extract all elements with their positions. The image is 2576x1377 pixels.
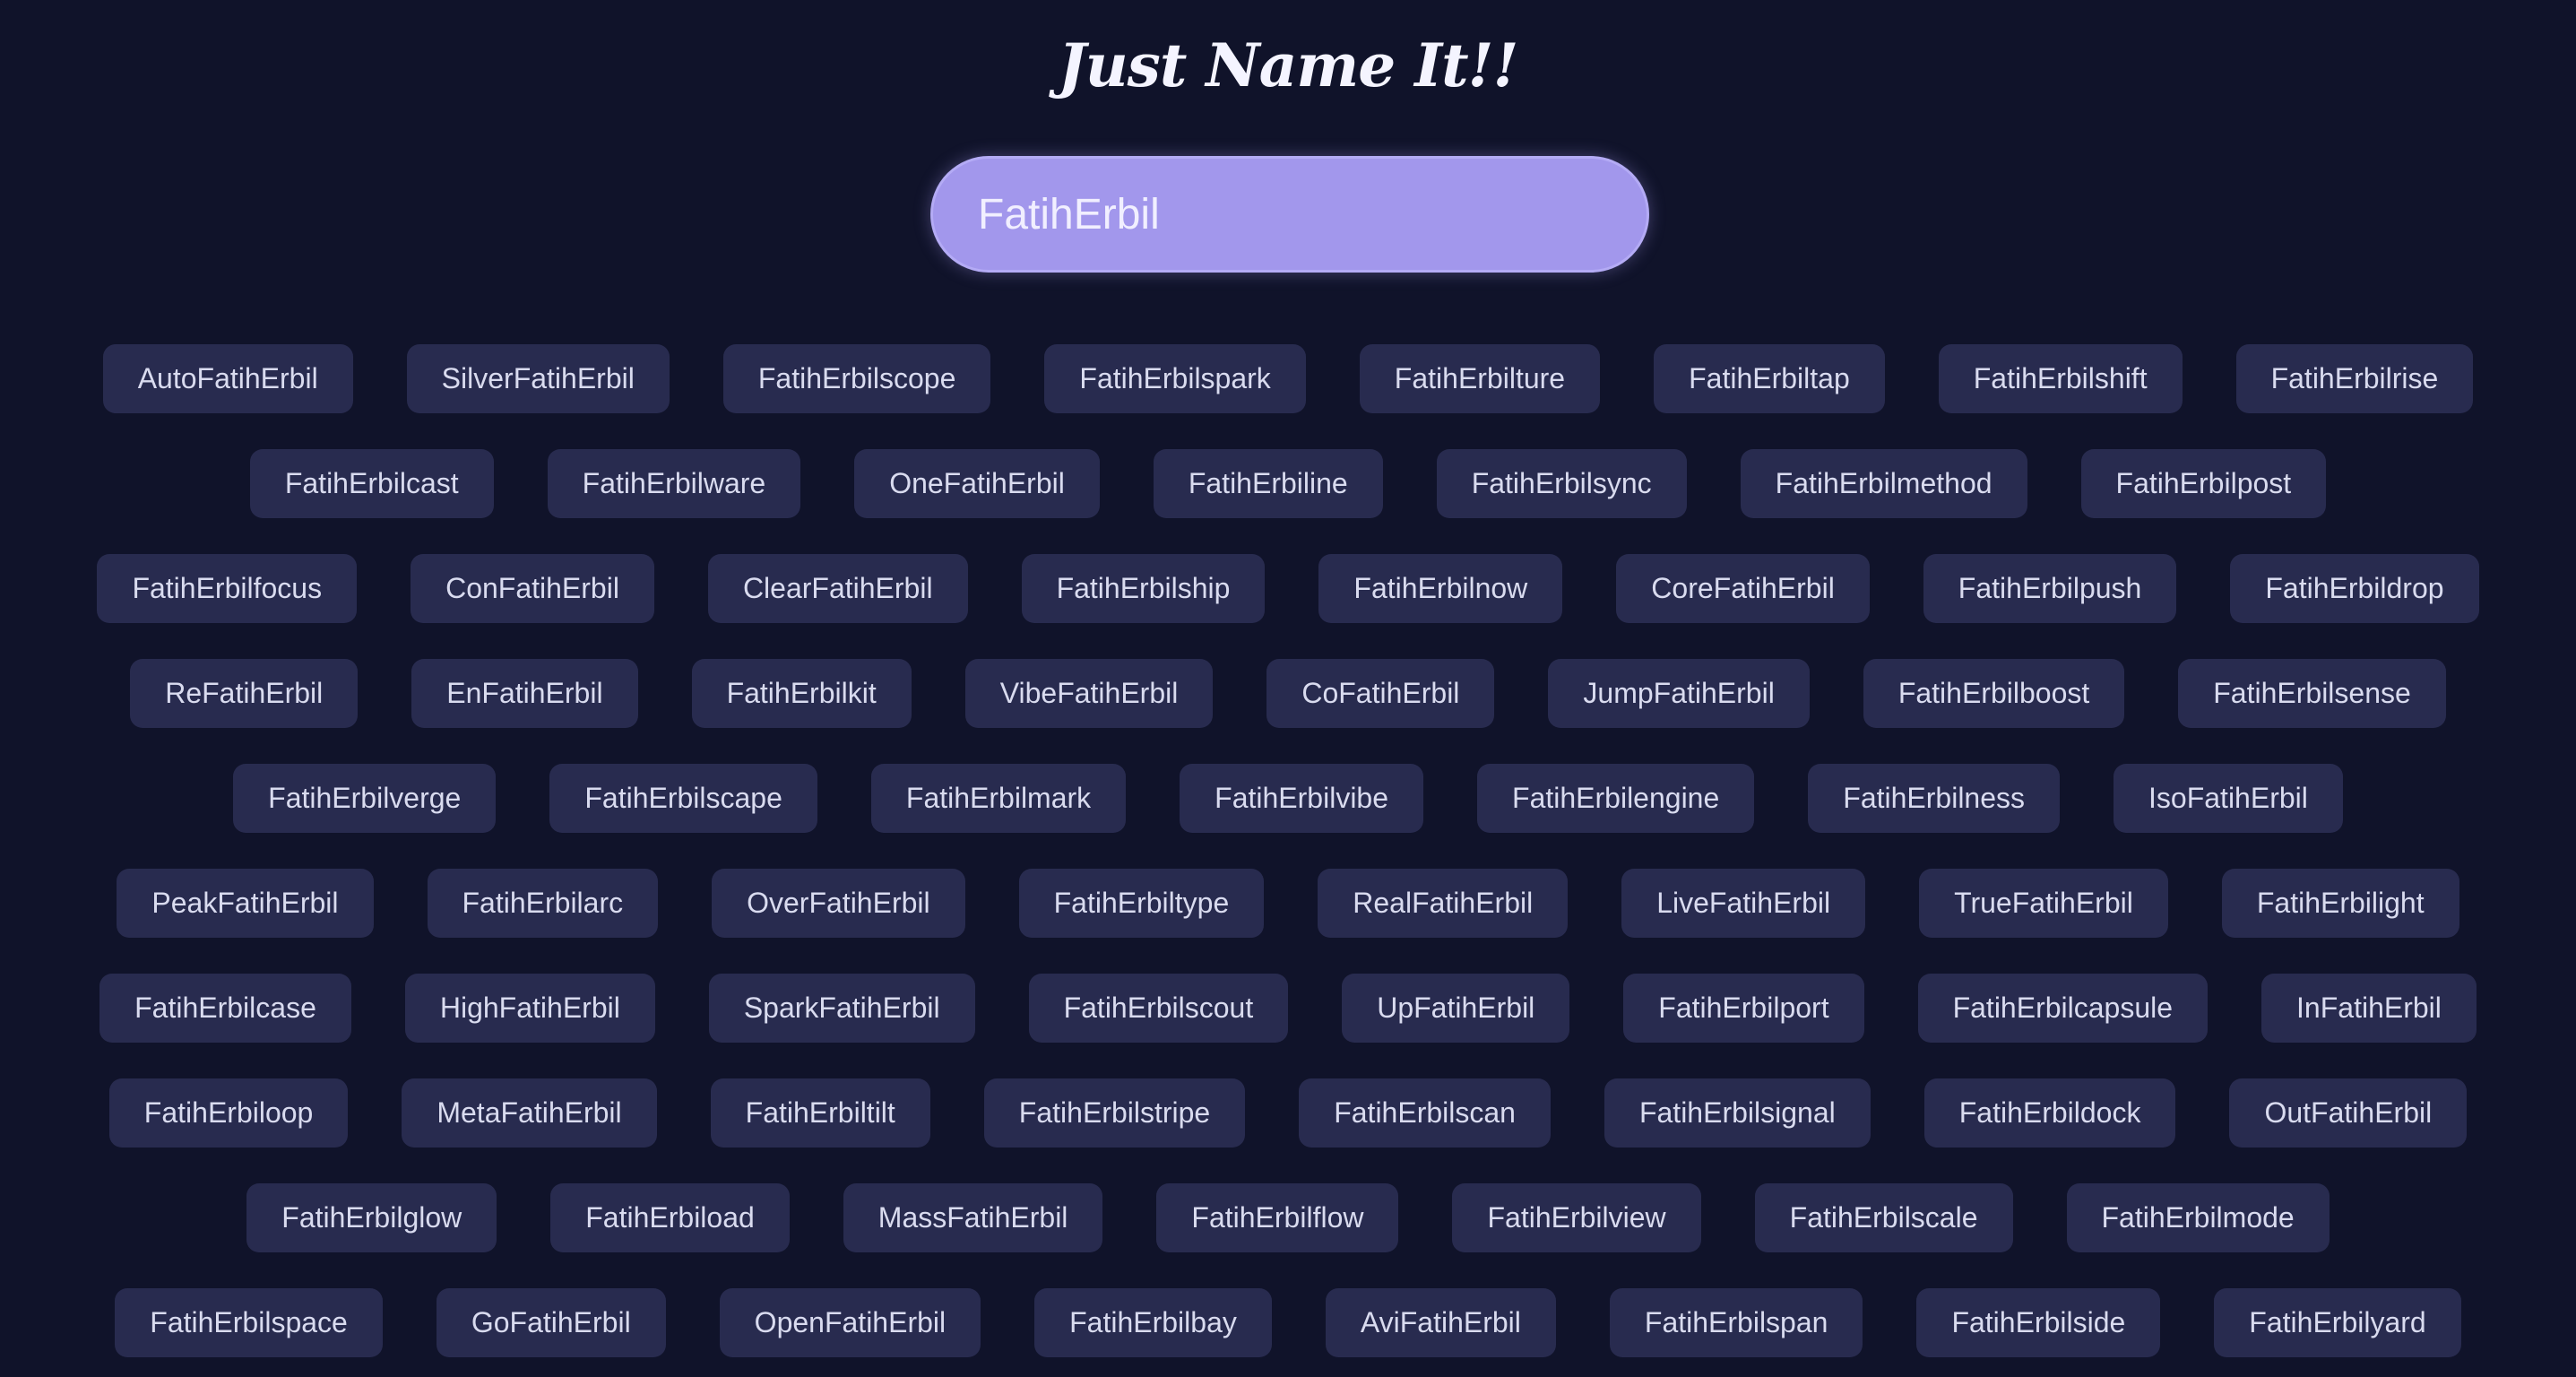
suggestion-chip[interactable]: ClearFatihErbil [707,554,968,623]
suggestion-chip[interactable]: FatihErbilyard [2214,1288,2461,1357]
page-title: Just Name It!! [1058,30,1518,100]
suggestion-chip[interactable]: PeakFatihErbil [117,869,374,938]
suggestion-chip[interactable]: FatihErbilsync [1436,449,1687,518]
suggestion-row: PeakFatihErbil FatihErbilarc OverFatihErbi… [72,869,2504,938]
suggestion-chip[interactable]: FatihErbilkit [691,659,912,728]
suggestion-chip[interactable]: AviFatihErbil [1325,1288,1556,1357]
suggestion-chip[interactable]: FatihErbilscope [722,344,991,413]
suggestion-chip[interactable]: OverFatihErbil [712,869,965,938]
suggestion-chip[interactable]: FatihErbilpost [2080,449,2327,518]
suggestion-chip[interactable]: FatihErbiltap [1654,344,1885,413]
suggestion-chip[interactable]: FatihErbilside [1916,1288,2161,1357]
suggestion-chip[interactable]: FatihErbilvibe [1180,764,1424,833]
suggestion-chip[interactable]: FatihErbilware [547,449,801,518]
suggestion-chip[interactable]: OneFatihErbil [854,449,1100,518]
suggestion-chip[interactable]: FatihErbilspark [1044,344,1306,413]
suggestion-chip[interactable]: FatihErbilight [2221,869,2459,938]
suggestion-chip[interactable]: FatihErbilmark [870,764,1127,833]
suggestion-row: FatihErbilcast FatihErbilware OneFatihErbi… [72,449,2504,518]
suggestion-chip[interactable]: FatihErbilscout [1028,974,1289,1043]
suggestion-chip[interactable]: LiveFatihErbil [1621,869,1866,938]
suggestion-chip[interactable]: FatihErbilspan [1609,1288,1863,1357]
suggestion-chip[interactable]: HighFatihErbil [404,974,655,1043]
name-input[interactable] [930,156,1649,273]
suggestion-chip[interactable]: FatihErbilcast [249,449,494,518]
suggestion-chip[interactable]: EnFatihErbil [411,659,638,728]
suggestion-chip[interactable]: ReFatihErbil [130,659,359,728]
suggestion-chip[interactable]: JumpFatihErbil [1548,659,1810,728]
suggestion-chip[interactable]: FatihErbilscale [1754,1183,2013,1252]
suggestion-row: FatihErbilcase HighFatihErbil SparkFatihEr… [72,974,2504,1043]
suggestion-chip[interactable]: FatihErbiload [550,1183,790,1252]
search-container [930,156,1649,273]
suggestion-chip[interactable]: FatihErbilarc [427,869,659,938]
suggestion-chip[interactable]: InFatihErbil [2261,974,2477,1043]
suggestion-chip[interactable]: FatihErbilrise [2235,344,2474,413]
suggestion-chip[interactable]: FatihErbilmethod [1740,449,2027,518]
suggestion-chip[interactable]: FatihErbiloop [108,1078,349,1148]
suggestion-chip[interactable]: FatihErbilglow [246,1183,497,1252]
suggestion-chip[interactable]: FatihErbilcase [99,974,351,1043]
suggestion-chip[interactable]: MassFatihErbil [843,1183,1103,1252]
suggestion-row: FatihErbilspace GoFatihErbil OpenFatihErbi… [72,1288,2504,1357]
suggestion-chip[interactable]: FatihErbilscan [1299,1078,1551,1148]
suggestion-chip[interactable]: OutFatihErbil [2229,1078,2468,1148]
suggestion-chip[interactable]: FatihErbilness [1808,764,2061,833]
suggestion-chip[interactable]: FatihErbilflow [1156,1183,1399,1252]
suggestion-chip[interactable]: FatihErbilpush [1923,554,2177,623]
suggestion-row: FatihErbilglow FatihErbiload MassFatihErbi… [72,1183,2504,1252]
suggestion-chip[interactable]: FatihErbilture [1359,344,1601,413]
suggestion-row: FatihErbilverge FatihErbilscape FatihErbil… [72,764,2504,833]
suggestion-row: FatihErbilfocus ConFatihErbil ClearFatihEr… [72,554,2504,623]
suggestion-chip[interactable]: IsoFatihErbil [2114,764,2343,833]
suggestion-chip[interactable]: FatihErbilsignal [1604,1078,1871,1148]
suggestion-chip[interactable]: UpFatihErbil [1342,974,1570,1043]
suggestion-chip[interactable]: FatihErbilscape [549,764,817,833]
suggestion-chip[interactable]: FatihErbilnow [1318,554,1563,623]
suggestion-chip[interactable]: FatihErbiltype [1018,869,1265,938]
suggestion-chip[interactable]: FatihErbilengine [1477,764,1755,833]
suggestion-chip[interactable]: FatihErbilcapsule [1917,974,2209,1043]
suggestion-chip[interactable]: MetaFatihErbil [402,1078,657,1148]
suggestion-chip[interactable]: OpenFatihErbil [719,1288,981,1357]
suggestion-chip[interactable]: FatihErbilsense [2178,659,2446,728]
suggestion-chip[interactable]: FatihErbiline [1153,449,1383,518]
suggestion-chip[interactable]: FatihErbiltilt [710,1078,930,1148]
suggestion-chip[interactable]: CoFatihErbil [1266,659,1495,728]
suggestion-chip[interactable]: SparkFatihErbil [708,974,975,1043]
suggestion-row: FatihErbiloop MetaFatihErbil FatihErbiltil… [72,1078,2504,1148]
suggestion-chip[interactable]: ConFatihErbil [411,554,654,623]
suggestion-chip[interactable]: FatihErbilstripe [983,1078,1246,1148]
suggestion-chip[interactable]: FatihErbilship [1021,554,1266,623]
suggestion-chip[interactable]: CoreFatihErbil [1616,554,1870,623]
suggestion-chip[interactable]: GoFatihErbil [436,1288,666,1357]
suggestion-chip[interactable]: FatihErbilverge [233,764,497,833]
suggestion-chip[interactable]: FatihErbilmode [2066,1183,2330,1252]
suggestion-row: ReFatihErbil EnFatihErbil FatihErbilkit Vib… [72,659,2504,728]
suggestion-chip[interactable]: FatihErbilfocus [97,554,358,623]
suggestion-chip[interactable]: TrueFatihErbil [1919,869,2168,938]
suggestion-chip[interactable]: FatihErbilview [1452,1183,1701,1252]
suggestion-chip[interactable]: FatihErbilshift [1938,344,2183,413]
suggestion-row: AutoFatihErbil SilverFatihErbil FatihErbil… [72,344,2504,413]
suggestion-chip[interactable]: FatihErbildock [1923,1078,2176,1148]
suggestion-chip[interactable]: FatihErbilport [1623,974,1864,1043]
suggestion-chip[interactable]: FatihErbildrop [2230,554,2479,623]
suggestion-chip[interactable]: AutoFatihErbil [102,344,353,413]
suggestions-grid: AutoFatihErbil SilverFatihErbil FatihErbil… [72,344,2504,1377]
suggestion-chip[interactable]: FatihErbilboost [1863,659,2125,728]
suggestion-chip[interactable]: FatihErbilbay [1034,1288,1272,1357]
suggestion-chip[interactable]: VibeFatihErbil [964,659,1214,728]
suggestion-chip[interactable]: SilverFatihErbil [406,344,670,413]
suggestion-chip[interactable]: FatihErbilspace [115,1288,383,1357]
suggestion-chip[interactable]: RealFatihErbil [1318,869,1569,938]
